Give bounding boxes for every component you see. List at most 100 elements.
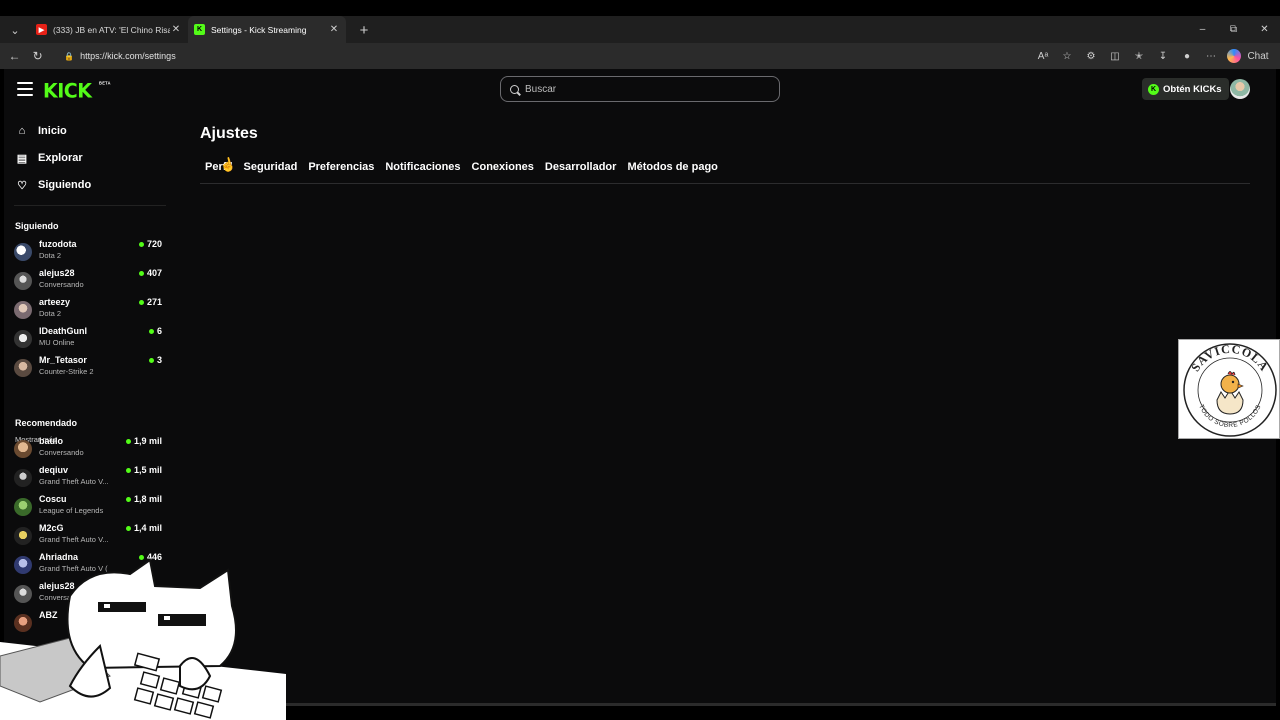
- tab-title: (333) JB en ATV: 'El Chino Risas' cu: [53, 24, 170, 35]
- tab-metodos-de-pago[interactable]: Métodos de pago: [627, 161, 717, 177]
- avatar: [14, 301, 32, 319]
- lock-icon: 🔒: [64, 51, 75, 61]
- sidebar-divider: [14, 205, 166, 206]
- tab-preferencias[interactable]: Preferencias: [308, 161, 374, 177]
- channel-name: fuzodota: [39, 239, 77, 249]
- channel-game: Counter-Strike 2: [39, 367, 94, 376]
- recommended-channel[interactable]: Coscu League of Legends 1,8 mil: [14, 494, 162, 522]
- viewer-count-text: 1,9 mil: [133, 436, 162, 446]
- tab-seguridad[interactable]: Seguridad: [244, 161, 298, 177]
- live-dot-icon: [125, 438, 131, 444]
- viewer-count-text: 720: [146, 239, 162, 249]
- viewer-count-text: 1,4 mil: [133, 523, 162, 533]
- sidebar-item-inicio[interactable]: ⌂ Inicio: [15, 124, 67, 138]
- channel-name: Mr_Tetasor: [39, 355, 87, 365]
- following-channel[interactable]: fuzodota Dota 2 720: [14, 239, 162, 267]
- chat-label: Chat: [1247, 50, 1269, 62]
- get-kicks-button[interactable]: K Obtén KICKs: [1142, 78, 1229, 100]
- copilot-chat-button[interactable]: Chat: [1227, 49, 1276, 63]
- address-bar[interactable]: 🔒 https://kick.com/settings: [56, 46, 1031, 66]
- channel-game: League of Legends: [39, 506, 104, 515]
- reload-icon[interactable]: ↻: [27, 45, 48, 67]
- profile-icon[interactable]: ●: [1175, 51, 1199, 62]
- following-channel[interactable]: alejus28 Conversando 407: [14, 268, 162, 296]
- close-window-icon[interactable]: ✕: [1249, 24, 1280, 35]
- viewer-count-text: 3: [156, 355, 162, 365]
- get-kicks-label: Obtén KICKs: [1163, 83, 1222, 95]
- tab-notificaciones[interactable]: Notificaciones: [385, 161, 460, 177]
- bongo-cat-graphic: [0, 558, 286, 720]
- following-channel[interactable]: arteezy Dota 2 271: [14, 297, 162, 325]
- viewer-count: 1,4 mil: [125, 523, 162, 533]
- tab-conexiones[interactable]: Conexiones: [472, 161, 534, 177]
- viewer-count: 6: [148, 326, 162, 336]
- viewer-count-text: 6: [156, 326, 162, 336]
- kick-icon: K: [194, 24, 205, 35]
- viewer-count: 271: [138, 297, 162, 307]
- viewer-count-text: 271: [146, 297, 162, 307]
- avatar: [14, 330, 32, 348]
- sidebar-item-label: Inicio: [38, 125, 67, 137]
- restore-icon[interactable]: ⧉: [1218, 24, 1249, 35]
- tab-list-chevron-icon[interactable]: ⌄: [4, 19, 26, 41]
- downloads-icon[interactable]: ↧: [1151, 51, 1175, 62]
- live-dot-icon: [125, 525, 131, 531]
- kick-logo[interactable]: KICK BETA: [43, 79, 111, 102]
- letterbox-top: [0, 0, 1280, 16]
- heart-icon: ♡: [17, 179, 27, 192]
- close-icon[interactable]: ✕: [328, 24, 340, 35]
- home-icon: ⌂: [18, 125, 26, 137]
- bongo-cat-overlay: [0, 556, 286, 720]
- close-icon[interactable]: ✕: [170, 24, 182, 35]
- live-dot-icon: [125, 467, 131, 473]
- browse-icon: ▤: [16, 152, 28, 165]
- avatar: [14, 440, 32, 458]
- page-title: Ajustes: [200, 125, 258, 142]
- browser-tab-kick[interactable]: K Settings - Kick Streaming ✕: [188, 16, 346, 43]
- sidebar-item-explorar[interactable]: ▤ Explorar: [15, 151, 83, 165]
- kicks-coin-icon: K: [1148, 83, 1159, 95]
- split-screen-icon[interactable]: ◫: [1103, 51, 1127, 62]
- recommended-channel[interactable]: deqiuv Grand Theft Auto V... 1,5 mil: [14, 465, 162, 493]
- viewer-count-text: 407: [146, 268, 162, 278]
- more-icon[interactable]: ⋯: [1199, 51, 1223, 62]
- search-bar[interactable]: [500, 76, 780, 102]
- settings-tabs: Perfil Seguridad Preferencias Notificaci…: [200, 161, 1250, 184]
- hamburger-menu-icon[interactable]: [17, 82, 33, 96]
- channel-game: Grand Theft Auto V...: [39, 535, 109, 544]
- favorite-star-icon[interactable]: ☆: [1055, 51, 1079, 62]
- favorites-icon[interactable]: ✭: [1127, 51, 1151, 62]
- channel-name: deqiuv: [39, 465, 69, 475]
- live-dot-icon: [138, 299, 144, 305]
- saviccola-logo-graphic: SAVICCOLA TODO SOBRE POLLOS: [1183, 342, 1277, 437]
- avatar: [14, 527, 32, 545]
- new-tab-plus-icon[interactable]: +: [352, 18, 376, 42]
- avatar: [14, 243, 32, 261]
- following-channel[interactable]: IDeathGunI MU Online 6: [14, 326, 162, 354]
- avatar: [14, 272, 32, 290]
- recommended-channel[interactable]: M2cG Grand Theft Auto V... 1,4 mil: [14, 523, 162, 551]
- saviccola-logo: SAVICCOLA TODO SOBRE POLLOS: [1178, 339, 1280, 439]
- tab-desarrollador[interactable]: Desarrollador: [545, 161, 617, 177]
- user-avatar[interactable]: [1230, 79, 1250, 99]
- channel-game: Dota 2: [39, 309, 62, 318]
- channel-game: Conversando: [39, 448, 84, 457]
- channel-game: Dota 2: [39, 251, 62, 260]
- recommended-channel[interactable]: baulo Conversando 1,9 mil: [14, 436, 162, 464]
- browser-toolbar: ← ↻ 🔒 https://kick.com/settings Aᵃ ☆ ⚙ ◫…: [0, 43, 1280, 69]
- search-input[interactable]: [525, 83, 755, 95]
- browser-tab-youtube[interactable]: ▶ (333) JB en ATV: 'El Chino Risas' cu ✕: [30, 16, 188, 43]
- viewer-count: 407: [138, 268, 162, 278]
- viewer-count: 1,8 mil: [125, 494, 162, 504]
- back-arrow-icon[interactable]: ←: [4, 45, 25, 67]
- tab-title: Settings - Kick Streaming: [211, 24, 307, 35]
- extensions-icon[interactable]: ⚙: [1079, 51, 1103, 62]
- read-aloud-icon[interactable]: Aᵃ: [1031, 51, 1055, 62]
- viewer-count-text: 1,8 mil: [133, 494, 162, 504]
- minimize-icon[interactable]: –: [1187, 24, 1218, 35]
- sidebar-item-siguiendo[interactable]: ♡ Siguiendo: [15, 178, 91, 192]
- following-channel[interactable]: Mr_Tetasor Counter-Strike 2 3: [14, 355, 162, 383]
- toolbar-actions: Aᵃ ☆ ⚙ ◫ ✭ ↧ ● ⋯ Chat: [1031, 49, 1276, 63]
- copilot-icon: [1227, 49, 1241, 63]
- channel-name: M2cG: [39, 523, 64, 533]
